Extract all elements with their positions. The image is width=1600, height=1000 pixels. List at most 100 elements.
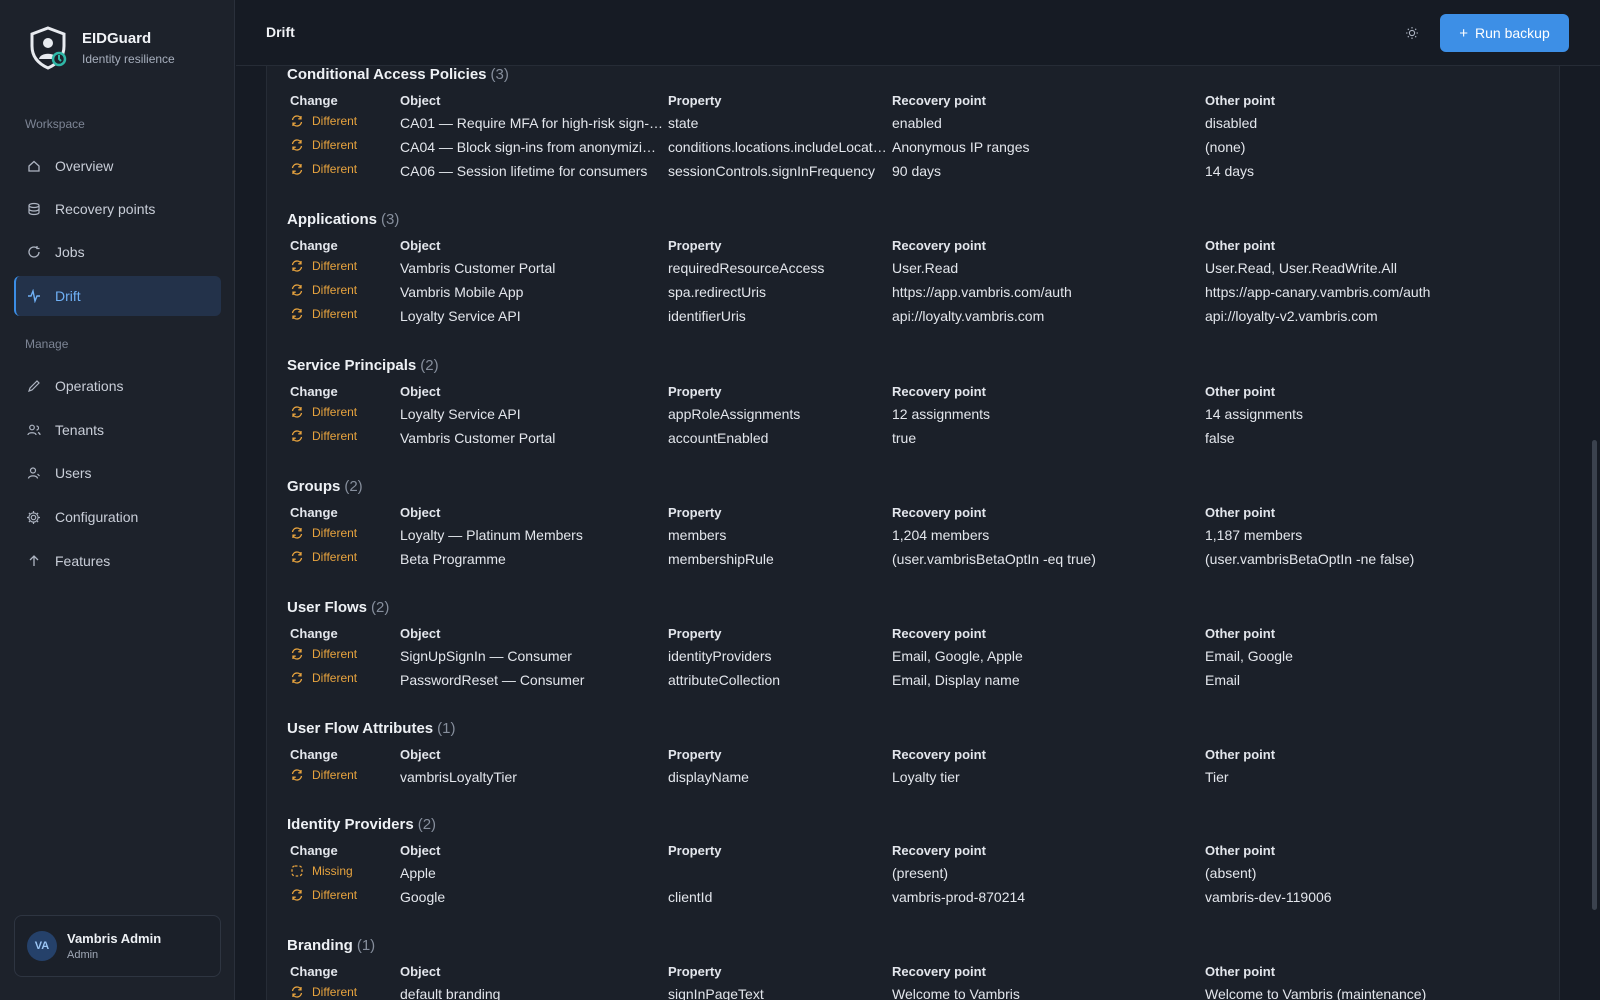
sidebar-item-features[interactable]: Features xyxy=(14,541,221,581)
table-header-row: Change Object Property Recovery point Other … xyxy=(287,383,1547,401)
cell-object: CA01 — Require MFA for high-risk sign-in… xyxy=(400,115,663,131)
refresh-icon xyxy=(26,245,41,260)
change-badge: Different xyxy=(290,136,398,154)
column-header-change: Change xyxy=(290,384,338,399)
sidebar-item-recovery-points[interactable]: Recovery points xyxy=(14,189,221,229)
change-label: Different xyxy=(312,283,358,297)
change-label: Different xyxy=(312,768,358,782)
brand[interactable]: EIDGuard Identity resilience xyxy=(28,26,175,70)
change-badge: Different xyxy=(290,305,398,323)
cell-other: disabled xyxy=(1205,115,1258,131)
section-title: Applications (3) xyxy=(287,211,1547,231)
home-icon xyxy=(26,159,41,174)
sidebar-item-overview[interactable]: Overview xyxy=(14,146,221,186)
run-backup-button[interactable]: + Run backup xyxy=(1440,14,1569,52)
plus-icon: + xyxy=(1459,24,1469,42)
sync-icon xyxy=(290,307,304,321)
column-header-change: Change xyxy=(290,626,338,641)
column-header-change: Change xyxy=(290,238,338,253)
sidebar-item-drift[interactable]: Drift xyxy=(14,276,221,316)
database-icon xyxy=(26,202,41,217)
scrollbar[interactable] xyxy=(1592,440,1597,910)
cell-recovery: api://loyalty.vambris.com xyxy=(892,308,1045,324)
user-name: Vambris Admin xyxy=(67,931,162,946)
cell-recovery: 12 assignments xyxy=(892,406,991,422)
column-header-change: Change xyxy=(290,505,338,520)
change-badge: Missing xyxy=(290,862,398,880)
change-badge: Different xyxy=(290,886,398,904)
sync-icon xyxy=(290,138,304,152)
table-row[interactable]: Different Beta Programme membershipRule (us… xyxy=(287,550,1547,574)
column-header-property: Property xyxy=(668,238,722,253)
sidebar-item-configuration[interactable]: Configuration xyxy=(14,497,221,537)
column-header-change: Change xyxy=(290,93,338,108)
drift-section: User Flow Attributes (1) Change Object Prope… xyxy=(287,720,1547,792)
table-row[interactable]: Different Vambris Customer Portal accountE… xyxy=(287,429,1547,453)
sidebar-item-label: Users xyxy=(55,465,92,481)
sidebar-item-jobs[interactable]: Jobs xyxy=(14,232,221,272)
table-row[interactable]: Different PasswordReset — Consumer attribu… xyxy=(287,671,1547,695)
section-title-text: Branding xyxy=(287,937,353,954)
top-header: Drift + Run backup xyxy=(236,0,1600,66)
column-header-recovery: Recovery point xyxy=(892,626,986,641)
sidebar-item-operations[interactable]: Operations xyxy=(14,366,221,406)
pencil-icon xyxy=(26,379,41,394)
section-count: (2) xyxy=(344,478,363,495)
cell-object: Loyalty Service API xyxy=(400,308,521,324)
section-title-text: Service Principals xyxy=(287,357,417,374)
cell-property: conditions.locations.includeLocations xyxy=(668,139,887,155)
sidebar-item-label: Tenants xyxy=(55,422,105,438)
sidebar-item-label: Drift xyxy=(55,288,81,304)
table-row[interactable]: Different Vambris Mobile App spa.redirectU… xyxy=(287,283,1547,307)
drift-section: Groups (2) Change Object Property Recovery po… xyxy=(287,478,1547,574)
column-header-property: Property xyxy=(668,384,722,399)
cell-property: attributeCollection xyxy=(668,672,781,688)
cell-recovery: Loyalty tier xyxy=(892,769,960,785)
table-header-row: Change Object Property Recovery point Other … xyxy=(287,746,1547,764)
theme-toggle-button[interactable] xyxy=(1403,24,1421,42)
cell-recovery: 90 days xyxy=(892,163,942,179)
cell-object: Apple xyxy=(400,865,436,881)
user-card[interactable]: VA Vambris Admin Admin xyxy=(14,915,221,977)
sidebar-item-tenants[interactable]: Tenants xyxy=(14,410,221,450)
drift-section: Identity Providers (2) Change Object Propert… xyxy=(287,816,1547,912)
sync-icon xyxy=(290,526,304,540)
change-label: Different xyxy=(312,550,358,564)
table-row[interactable]: Missing Apple (present) (absent) xyxy=(287,864,1547,888)
table-row[interactable]: Different Loyalty Service API appRoleAssig… xyxy=(287,405,1547,429)
cell-object: Loyalty Service API xyxy=(400,406,521,422)
sidebar-item-users[interactable]: Users xyxy=(14,453,221,493)
table-row[interactable]: Different Loyalty Service API identifierUr… xyxy=(287,307,1547,331)
change-badge: Different xyxy=(290,112,398,130)
table-row[interactable]: Different vambrisLoyaltyTier displayName Lo… xyxy=(287,768,1547,792)
table-row[interactable]: Different Vambris Customer Portal required… xyxy=(287,259,1547,283)
cell-other: (none) xyxy=(1205,139,1246,155)
column-header-recovery: Recovery point xyxy=(892,843,986,858)
app-subtitle: Identity resilience xyxy=(82,52,175,66)
table-row[interactable]: Different CA01 — Require MFA for high-ris… xyxy=(287,114,1547,138)
cell-recovery: true xyxy=(892,430,917,446)
column-header-recovery: Recovery point xyxy=(892,964,986,979)
cell-other: 14 days xyxy=(1205,163,1255,179)
table-row[interactable]: Different CA04 — Block sign-ins from anon… xyxy=(287,138,1547,162)
section-title-text: Identity Providers xyxy=(287,816,414,833)
change-badge: Different xyxy=(290,403,398,421)
table-row[interactable]: Different Google clientId vambris-prod-8702… xyxy=(287,888,1547,912)
section-title: Groups (2) xyxy=(287,478,1547,498)
change-label: Different xyxy=(312,429,358,443)
column-header-change: Change xyxy=(290,843,338,858)
table-row[interactable]: Different Loyalty — Platinum Members membe… xyxy=(287,526,1547,550)
cell-other: vambris-dev-119006 xyxy=(1205,889,1332,905)
cell-object: Beta Programme xyxy=(400,551,506,567)
table-row[interactable]: Different default branding signInPageText W… xyxy=(287,985,1547,1000)
cell-property: spa.redirectUris xyxy=(668,284,767,300)
cell-recovery: (user.vambrisBetaOptIn -eq true) xyxy=(892,551,1096,567)
page-title: Drift xyxy=(266,24,295,40)
change-label: Different xyxy=(312,671,358,685)
cell-other: false xyxy=(1205,430,1235,446)
column-header-other: Other point xyxy=(1205,843,1276,858)
table-row[interactable]: Different SignUpSignIn — Consumer identity… xyxy=(287,647,1547,671)
activity-icon xyxy=(26,289,41,304)
table-row[interactable]: Different CA06 — Session lifetime for con… xyxy=(287,162,1547,186)
change-badge: Different xyxy=(290,281,398,299)
